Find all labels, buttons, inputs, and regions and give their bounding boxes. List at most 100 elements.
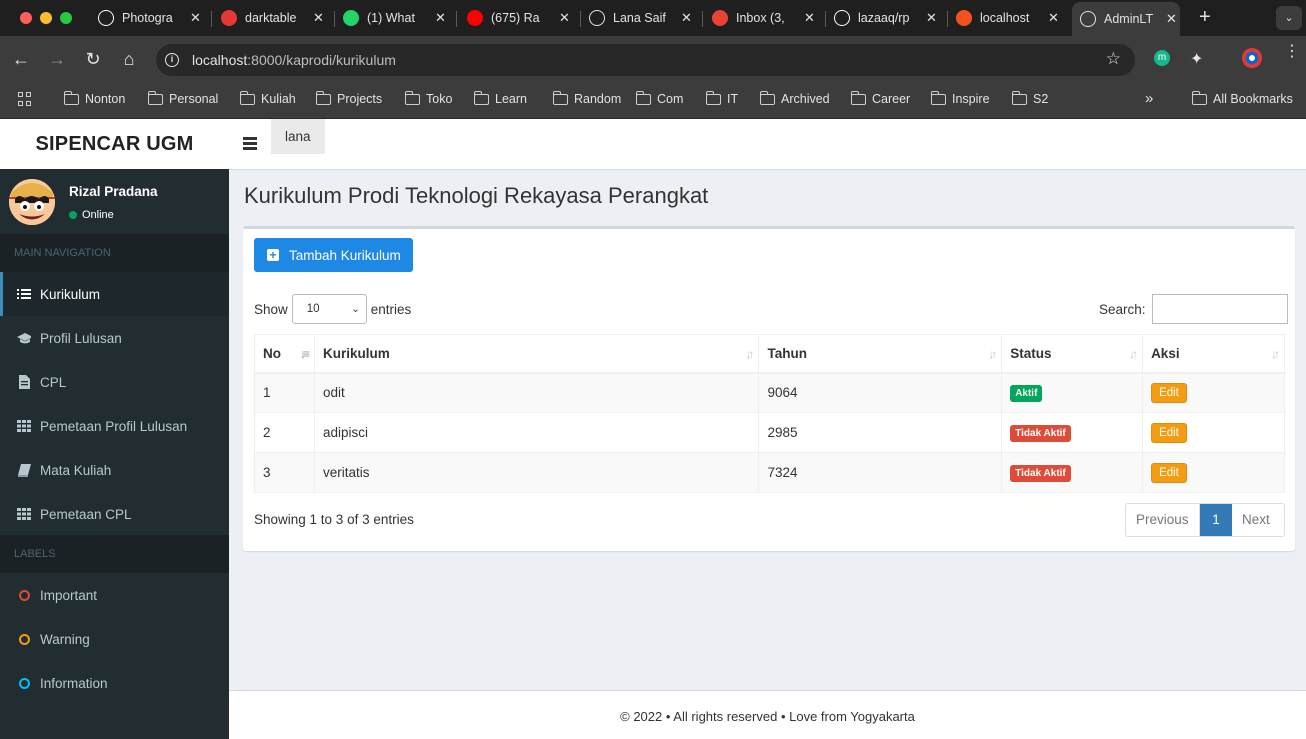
tab-separator (580, 11, 581, 27)
apps-grid-icon[interactable] (18, 92, 32, 106)
sidebar-item-kurikulum[interactable]: Kurikulum (0, 272, 229, 316)
profile-avatar-icon[interactable] (1242, 48, 1262, 68)
bookmark-folder-it[interactable]: IT (705, 90, 738, 106)
url-text[interactable]: localhost:8000/kaprodi/kurikulum (192, 52, 396, 68)
close-tab-icon[interactable]: ✕ (435, 10, 446, 26)
browser-tab-7[interactable]: lazaaq/rp ✕ (834, 4, 937, 32)
top-tab[interactable]: lana (271, 119, 325, 154)
column-header-label: Status (1010, 345, 1052, 361)
extensions-puzzle-icon[interactable]: ✦ (1190, 49, 1203, 69)
extension-m-icon[interactable]: m (1154, 50, 1170, 66)
sort-icon: ↓↑ (1271, 347, 1280, 361)
folder-icon (473, 90, 489, 105)
new-tab-button[interactable]: + (1199, 6, 1211, 29)
browser-tab-2[interactable]: darktable ✕ (221, 4, 324, 32)
cell-aksi: Edit (1142, 372, 1285, 413)
sidebar-item-cpl[interactable]: CPL (0, 360, 229, 404)
search-input[interactable] (1151, 294, 1288, 324)
bookmark-folder-personal[interactable]: Personal (147, 90, 218, 106)
tab-separator (947, 11, 948, 27)
page-length-select[interactable]: 10 ⌄ (291, 294, 367, 324)
edit-button[interactable]: Edit (1151, 382, 1187, 403)
tab-title: lazaaq/rp (858, 11, 910, 25)
bookmark-folder-nonton[interactable]: Nonton (63, 90, 125, 106)
app-logo[interactable]: SIPENCAR UGM (0, 119, 229, 169)
bookmark-star-icon[interactable]: ☆ (1106, 49, 1121, 69)
table-info: Showing 1 to 3 of 3 entries (254, 512, 414, 527)
label-item-important[interactable]: Important (0, 573, 229, 617)
all-bookmarks-button[interactable]: All Bookmarks (1191, 90, 1293, 106)
cell-tahun: 2985 (758, 412, 1003, 453)
close-tab-icon[interactable]: ✕ (190, 10, 201, 26)
forward-button[interactable]: → (47, 49, 67, 70)
tab-search-button[interactable]: ⌄ (1276, 6, 1302, 30)
table-header-row: No ↓≡ Kurikulum ↓↑ Tahun ↓↑ Status ↓↑ Aksi ↓↑ (254, 334, 1285, 374)
browser-tab-9[interactable]: AdminLT ✕ (1072, 2, 1180, 36)
browser-tab-3[interactable]: (1) What ✕ (343, 4, 446, 32)
bookmark-folder-toko[interactable]: Toko (404, 90, 452, 106)
close-tab-icon[interactable]: ✕ (313, 10, 324, 26)
add-kurikulum-button[interactable]: + Tambah Kurikulum (254, 238, 413, 272)
edit-button[interactable]: Edit (1151, 422, 1187, 443)
sidebar-toggle-icon[interactable] (243, 137, 257, 152)
list-icon (17, 288, 31, 300)
home-button[interactable]: ⌂ (119, 49, 139, 70)
close-window-button[interactable] (20, 12, 32, 24)
chevron-down-icon: ⌄ (351, 303, 360, 315)
bookmark-folder-s2[interactable]: S2 (1011, 90, 1048, 106)
label-item-information[interactable]: Information (0, 661, 229, 705)
bookmark-folder-career[interactable]: Career (850, 90, 910, 106)
bookmark-folder-archived[interactable]: Archived (759, 90, 830, 106)
sidebar-item-pemetaan-profil-lulusan[interactable]: Pemetaan Profil Lulusan (0, 404, 229, 448)
column-header-label: Tahun (767, 345, 807, 361)
bookmark-folder-learn[interactable]: Learn (473, 90, 527, 106)
close-tab-icon[interactable]: ✕ (1166, 11, 1177, 27)
sidebar-item-mata-kuliah[interactable]: Mata Kuliah (0, 448, 229, 492)
folder-icon (315, 90, 331, 105)
browser-tab-6[interactable]: Inbox (3, ✕ (712, 4, 815, 32)
previous-page-button[interactable]: Previous (1126, 504, 1200, 536)
browser-tab-5[interactable]: Lana Saif ✕ (589, 4, 692, 32)
bookmark-folder-inspire[interactable]: Inspire (930, 90, 990, 106)
page-title: Kurikulum Prodi Teknologi Rekayasa Peran… (244, 183, 709, 208)
zoom-window-button[interactable] (60, 12, 72, 24)
page-1-button[interactable]: 1 (1200, 504, 1232, 536)
column-header-aksi[interactable]: Aksi ↓↑ (1142, 334, 1285, 374)
bookmark-label: Kuliah (261, 92, 296, 106)
browser-tab-4[interactable]: (675) Ra ✕ (467, 4, 570, 32)
kurikulum-table: No ↓≡ Kurikulum ↓↑ Tahun ↓↑ Status ↓↑ Aksi ↓↑ 1 od… (254, 334, 1285, 493)
bookmark-folder-com[interactable]: Com (635, 90, 683, 106)
close-tab-icon[interactable]: ✕ (559, 10, 570, 26)
close-tab-icon[interactable]: ✕ (1048, 10, 1059, 26)
bookmark-folder-projects[interactable]: Projects (315, 90, 382, 106)
sidebar-item-profil-lulusan[interactable]: Profil Lulusan (0, 316, 229, 360)
browser-tab-8[interactable]: localhost ✕ (956, 4, 1059, 32)
main-navigation-header: MAIN NAVIGATION (0, 234, 229, 272)
column-header-kurikulum[interactable]: Kurikulum ↓↑ (313, 334, 760, 374)
site-info-icon[interactable]: i (165, 53, 179, 67)
browser-tab-1[interactable]: Photogra ✕ (98, 4, 201, 32)
column-header-status[interactable]: Status ↓↑ (1001, 334, 1144, 374)
next-page-button[interactable]: Next (1232, 504, 1284, 536)
close-tab-icon[interactable]: ✕ (681, 10, 692, 26)
label-item-warning[interactable]: Warning (0, 617, 229, 661)
column-header-no[interactable]: No ↓≡ (254, 334, 315, 374)
bookmark-folder-random[interactable]: Random (552, 90, 621, 106)
edit-button[interactable]: Edit (1151, 462, 1187, 483)
close-tab-icon[interactable]: ✕ (926, 10, 937, 26)
column-header-tahun[interactable]: Tahun ↓↑ (758, 334, 1003, 374)
folder-icon (1191, 90, 1207, 105)
globe-icon (589, 10, 605, 26)
minimize-window-button[interactable] (40, 12, 52, 24)
cell-aksi: Edit (1142, 452, 1285, 493)
bookmark-folder-kuliah[interactable]: Kuliah (239, 90, 296, 106)
browser-menu-icon[interactable]: ⋮ (1284, 44, 1300, 60)
sidebar-item-pemetaan-cpl[interactable]: Pemetaan CPL (0, 492, 229, 536)
reload-button[interactable]: ↻ (83, 49, 103, 70)
close-tab-icon[interactable]: ✕ (804, 10, 815, 26)
back-button[interactable]: ← (11, 49, 31, 70)
address-bar[interactable]: i localhost:8000/kaprodi/kurikulum ☆ (156, 44, 1135, 76)
avatar (9, 179, 55, 225)
more-bookmarks-button[interactable]: » (1145, 90, 1153, 107)
circle-icon (17, 589, 31, 601)
